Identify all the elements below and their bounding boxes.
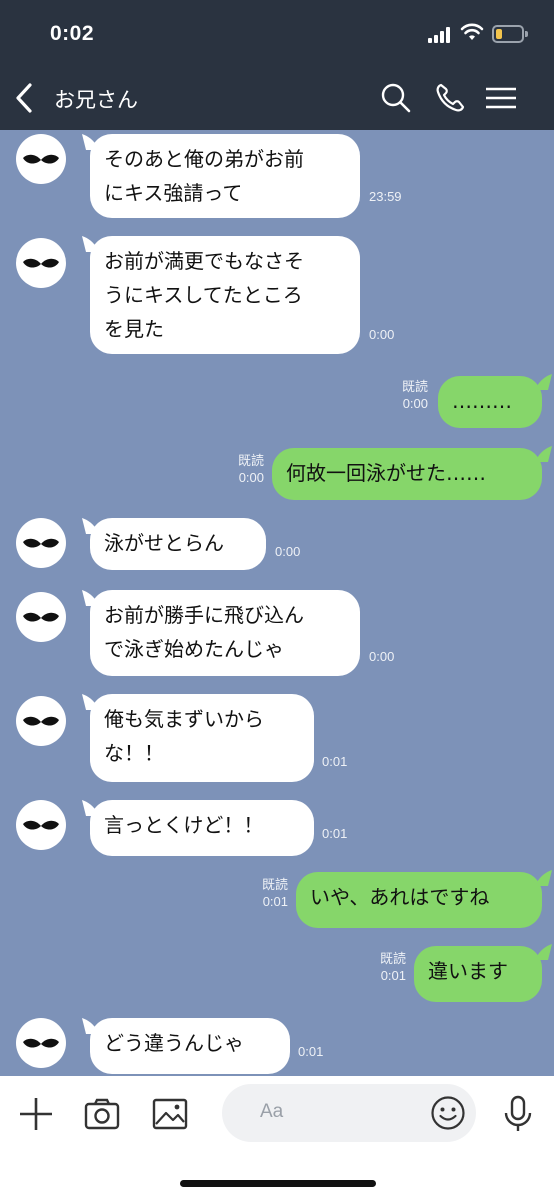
message-bubble-outgoing[interactable]: 何故一回泳がせた……: [272, 448, 542, 500]
message-text: 泳がせとらん: [104, 531, 224, 555]
camera-icon[interactable]: [82, 1094, 122, 1134]
avatar[interactable]: [16, 800, 66, 850]
microphone-icon[interactable]: [498, 1094, 538, 1134]
status-time: 0:02: [50, 22, 95, 45]
message-text: うにキスしてたところ: [104, 283, 303, 307]
message-input-placeholder: Aa: [260, 1101, 284, 1122]
message-text: な！！: [104, 741, 164, 765]
message-bubble-outgoing[interactable]: ………: [438, 376, 542, 428]
message-text: で泳ぎ始めたんじゃ: [104, 637, 284, 661]
message-bubble-incoming[interactable]: 言っとくけど！！: [90, 800, 314, 856]
message-bubble-incoming[interactable]: 泳がせとらん: [90, 518, 266, 570]
message-time: 0:00: [275, 544, 301, 559]
menu-icon[interactable]: [482, 80, 520, 116]
message-time: 0:01: [322, 754, 348, 769]
message-text: にキス強請って: [104, 181, 243, 205]
message-text: お前が勝手に飛び込ん: [104, 603, 304, 627]
chat-area[interactable]: そのあと俺の弟がお前 にキス強請って 23:59 お前が満更でもなさそ うにキス…: [0, 130, 554, 1076]
message-input[interactable]: Aa: [222, 1084, 476, 1142]
battery-icon: [492, 25, 528, 43]
home-indicator[interactable]: [180, 1180, 376, 1187]
status-bar: 0:02: [0, 0, 554, 66]
message-text: を見た: [104, 317, 164, 341]
wifi-icon: [460, 23, 484, 40]
message-time: 0:01: [298, 1044, 324, 1059]
chevron-left-icon[interactable]: [10, 80, 40, 116]
plus-icon[interactable]: [16, 1094, 56, 1134]
message-time: 0:00: [369, 327, 395, 342]
avatar[interactable]: [16, 518, 66, 568]
avatar[interactable]: [16, 134, 66, 184]
message-text: どう違うんじゃ: [104, 1031, 244, 1055]
avatar[interactable]: [16, 592, 66, 642]
message-bubble-outgoing[interactable]: 違います: [414, 946, 542, 1002]
avatar[interactable]: [16, 696, 66, 746]
message-text: いや、あれはですね: [310, 885, 490, 909]
message-text: 言っとくけど！！: [104, 813, 264, 837]
emoji-icon[interactable]: [430, 1095, 466, 1131]
signal-icon: [428, 26, 454, 43]
message-bubble-outgoing[interactable]: いや、あれはですね: [296, 872, 542, 928]
message-text: 俺も気まずいから: [104, 707, 264, 731]
message-bubble-incoming[interactable]: お前が満更でもなさそ うにキスしてたところ を見た: [90, 236, 360, 354]
message-text: 何故一回泳がせた……: [286, 461, 486, 485]
message-time: 0:01: [322, 826, 348, 841]
message-bubble-incoming[interactable]: 俺も気まずいから な！！: [90, 694, 314, 782]
message-time: 0:00: [369, 649, 395, 664]
read-receipt: 既読 0:00: [237, 453, 264, 485]
message-text: 違います: [428, 959, 508, 983]
message-time: 23:59: [369, 189, 402, 204]
battery-fill: [496, 29, 502, 39]
read-receipt: 既読 0:00: [401, 379, 428, 411]
read-receipt: 既読 0:01: [379, 951, 406, 983]
search-icon[interactable]: [378, 80, 414, 116]
read-receipt: 既読 0:01: [261, 877, 288, 909]
message-text: そのあと俺の弟がお前: [104, 147, 304, 171]
chat-header: お兄さん: [0, 66, 554, 130]
avatar[interactable]: [16, 238, 66, 288]
message-text: お前が満更でもなさそ: [104, 249, 304, 273]
message-bubble-incoming[interactable]: そのあと俺の弟がお前 にキス強請って: [90, 134, 360, 218]
message-bubble-incoming[interactable]: どう違うんじゃ: [90, 1018, 290, 1074]
image-icon[interactable]: [150, 1094, 190, 1134]
phone-icon[interactable]: [432, 80, 468, 116]
avatar[interactable]: [16, 1018, 66, 1068]
message-bubble-incoming[interactable]: お前が勝手に飛び込ん で泳ぎ始めたんじゃ: [90, 590, 360, 676]
chat-title: お兄さん: [54, 88, 138, 112]
message-text: ………: [452, 389, 512, 413]
